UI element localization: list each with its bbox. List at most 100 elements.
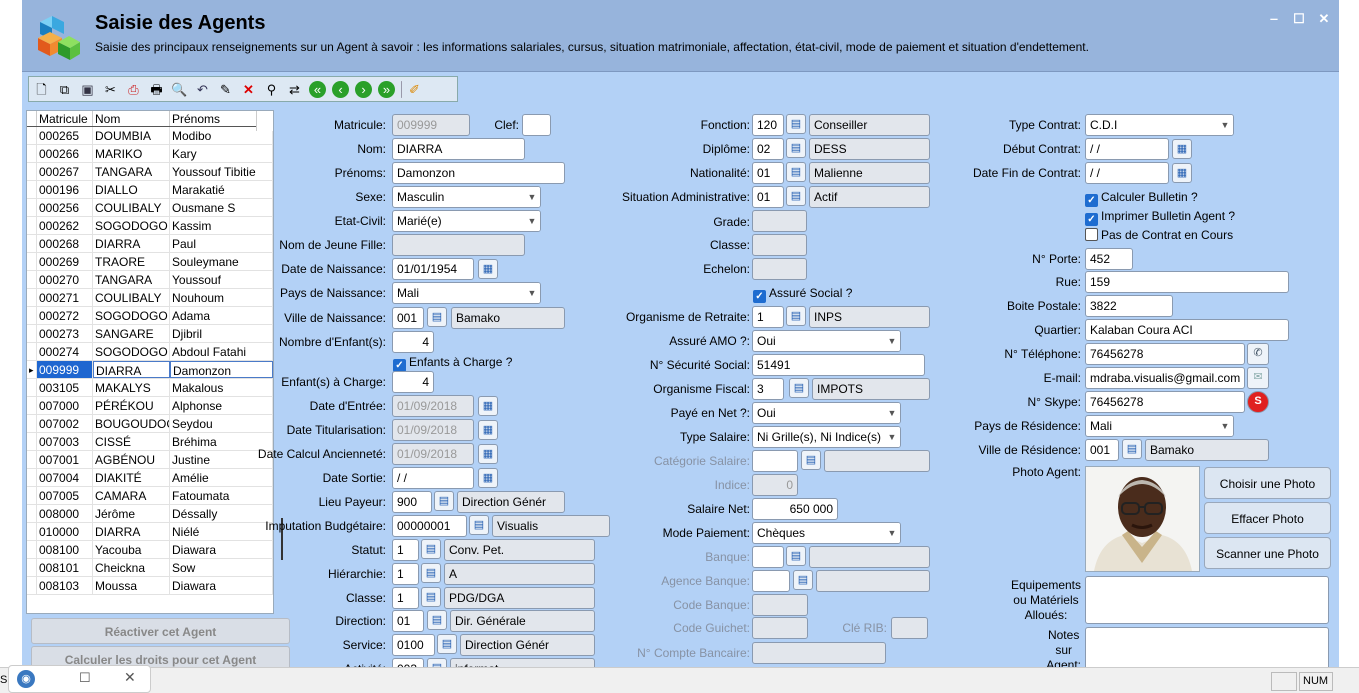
lookup-icon[interactable]: ▤ [801,450,821,470]
cell-nom[interactable]: COULIBALY [93,199,170,216]
table-row[interactable]: 007000 PÉRÉKOU Alphonse [27,397,273,415]
new-icon[interactable]: 🗋 [33,81,50,98]
nss-field[interactable]: 51491 [752,354,925,376]
pdf-icon[interactable]: ⎙ [125,81,142,98]
delete-icon[interactable]: ✕ [240,81,257,98]
cell-matricule[interactable]: 008101 [37,559,93,576]
calendar-icon[interactable]: ▦ [478,468,498,488]
cell-prenoms[interactable]: Ousmane S [170,199,273,216]
col-matricule[interactable]: Matricule [37,111,93,126]
paye-net-select[interactable]: Oui ▼ [752,402,901,424]
lookup-icon[interactable]: ▤ [786,546,806,566]
table-row[interactable]: 007004 DIAKITÉ Amélie [27,469,273,487]
cell-matricule[interactable]: 007001 [37,451,93,468]
skype-field[interactable]: 76456278 [1085,391,1245,413]
calendar-icon[interactable]: ▦ [478,444,498,464]
pays-residence-select[interactable]: Mali ▼ [1085,415,1234,437]
table-row[interactable]: 008103 Moussa Diawara [27,577,273,595]
search-icon[interactable]: ⚲ [263,81,280,98]
retraite-code[interactable]: 1 [752,306,784,328]
cell-matricule[interactable]: 007005 [37,487,93,504]
cell-matricule[interactable]: 008100 [37,541,93,558]
lookup-icon[interactable]: ▤ [786,186,806,206]
choose-photo-button[interactable]: Choisir une Photo [1204,467,1331,499]
calendar-icon[interactable]: ▦ [1172,163,1192,183]
cell-prenoms[interactable]: Youssouf Tibitie [170,163,273,180]
enfants-charge-field[interactable]: 4 [392,371,434,393]
cell-nom[interactable]: TRAORE [93,253,170,270]
ville-residence-code[interactable]: 001 [1085,439,1119,461]
cell-matricule[interactable]: 007000 [37,397,93,414]
calculer-bulletin-checkbox[interactable]: ✓ Calculer Bulletin ? [1085,189,1198,207]
cell-matricule[interactable]: 000196 [37,181,93,198]
lieu-payeur-code[interactable]: 900 [392,491,432,513]
clef-field[interactable] [522,114,551,136]
cell-prenoms[interactable]: Damonzon [170,361,273,378]
table-row[interactable]: 000272 SOGODOGO Adama [27,307,273,325]
ville-naissance-code[interactable]: 001 [392,307,424,329]
table-row[interactable]: 000269 TRAORE Souleymane [27,253,273,271]
cell-matricule[interactable]: 008103 [37,577,93,594]
nationalite-code[interactable]: 01 [752,162,784,184]
calendar-icon[interactable]: ▦ [478,259,498,279]
table-row[interactable]: 007002BOUGOUDOGOSeydou [27,415,273,433]
cell-prenoms[interactable]: Marakatié [170,181,273,198]
porte-field[interactable]: 452 [1085,248,1133,270]
matricule-field[interactable]: 009999 [392,114,470,136]
sexe-select[interactable]: Masculin ▼ [392,186,541,208]
clear-photo-button[interactable]: Effacer Photo [1204,502,1331,534]
cell-matricule[interactable]: 003105 [37,379,93,396]
table-row[interactable]: 008100 Yacouba Diawara [27,541,273,559]
lookup-icon[interactable]: ▤ [421,563,441,583]
date-sortie-field[interactable]: / / [392,467,474,489]
date-anciennete-field[interactable]: 01/09/2018 [392,443,474,465]
cell-matricule[interactable]: 000268 [37,235,93,252]
cut-icon[interactable]: ✂ [102,81,119,98]
cell-matricule[interactable]: 010000 [37,523,93,540]
direction-code[interactable]: 01 [392,610,424,632]
table-row[interactable]: 000265 DOUMBIA Modibo [27,127,273,145]
cell-matricule[interactable]: 000273 [37,325,93,342]
email-field[interactable]: mdraba.visualis@gmail.com [1085,367,1245,389]
table-row[interactable]: 008000 Jérôme Déssally [27,505,273,523]
cell-prenoms[interactable]: Niélé [170,523,273,540]
cell-matricule[interactable]: 007002 [37,415,93,432]
undo-icon[interactable]: ↶ [194,81,211,98]
restore-icon[interactable]: ☐ [79,670,91,686]
table-row[interactable]: 000268 DIARRA Paul [27,235,273,253]
date-entree-field[interactable]: 01/09/2018 [392,395,474,417]
cell-matricule[interactable]: 000272 [37,307,93,324]
cell-nom[interactable]: Cheickna [93,559,170,576]
cell-nom[interactable]: TANGARA [93,163,170,180]
fin-contrat-field[interactable]: / / [1085,162,1169,184]
diplome-code[interactable]: 02 [752,138,784,160]
cell-prenoms[interactable]: Makalous [170,379,273,396]
cell-nom[interactable]: MAKALYS [93,379,170,396]
equipements-field[interactable] [1085,576,1329,624]
etat-civil-select[interactable]: Marié(e) ▼ [392,210,541,232]
cell-nom[interactable]: DOUMBIA [93,127,170,144]
cell-matricule[interactable]: 007003 [37,433,93,450]
cell-matricule[interactable]: 000271 [37,289,93,306]
categorie-salaire-code[interactable] [752,450,798,472]
echelon-field[interactable] [752,258,807,280]
table-row[interactable]: 000270 TANGARA Youssouf [27,271,273,289]
code-banque-field[interactable] [752,594,808,616]
cell-nom[interactable]: CAMARA [93,487,170,504]
lookup-icon[interactable]: ▤ [789,378,809,398]
save-icon[interactable]: ▣ [79,81,96,98]
close-icon[interactable]: ✕ [1317,12,1331,26]
agence-banque-code[interactable] [752,570,790,592]
prenoms-field[interactable]: Damonzon [392,162,565,184]
cell-nom[interactable]: MARIKO [93,145,170,162]
cell-prenoms[interactable]: Fatoumata [170,487,273,504]
cell-nom[interactable]: TANGARA [93,271,170,288]
cell-nom[interactable]: DIARRA [93,523,170,540]
lookup-icon[interactable]: ▤ [427,610,447,630]
table-row[interactable]: ▸ 009999 DIARRA Damonzon [27,361,273,379]
nom-jeune-fille-field[interactable] [392,234,525,256]
table-row[interactable]: 000266 MARIKO Kary [27,145,273,163]
table-row[interactable]: 000262 SOGODOGO Kassim [27,217,273,235]
enfants-charge-checkbox[interactable]: ✓ Enfants à Charge ? [393,354,512,372]
lookup-icon[interactable]: ▤ [1122,439,1142,459]
